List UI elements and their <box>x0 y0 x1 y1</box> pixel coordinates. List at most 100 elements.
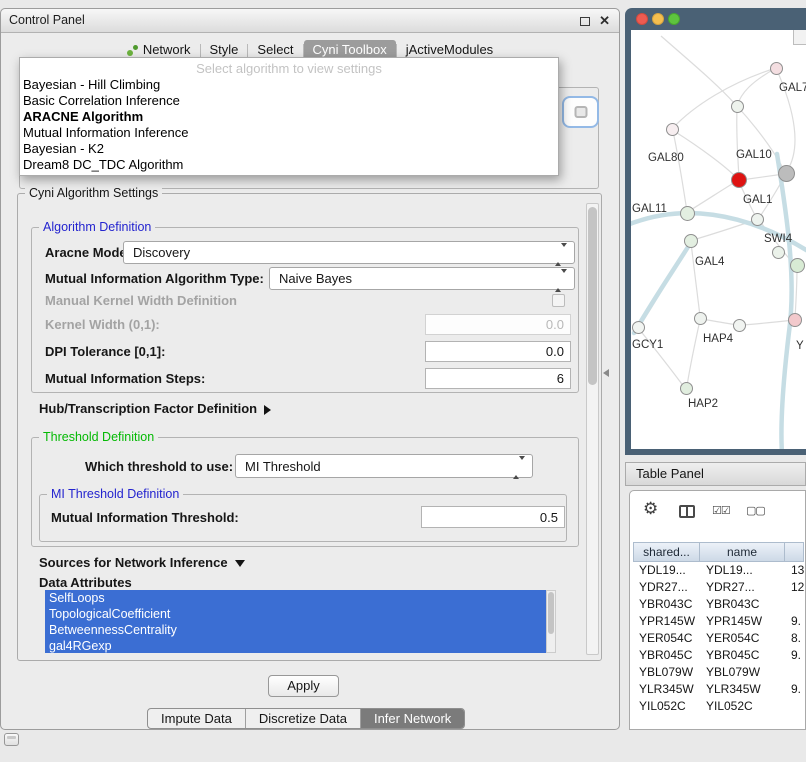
network-node[interactable] <box>751 213 764 226</box>
table-cell <box>785 664 804 681</box>
algorithm-option-basic-correlation-inference[interactable]: Basic Correlation Inference <box>20 93 558 109</box>
attribute-list-scrollbar[interactable] <box>546 590 556 653</box>
combo-arrows-icon <box>513 460 525 475</box>
manual-kernel-checkbox[interactable] <box>552 294 565 307</box>
square-icon <box>574 106 587 118</box>
dropdown-placeholder: Select algorithm to view settings <box>20 60 558 77</box>
float-window-icon[interactable] <box>580 17 590 26</box>
table-cell: YER054C <box>633 630 700 647</box>
network-node-label-gal4: GAL4 <box>695 256 724 268</box>
apply-button[interactable]: Apply <box>268 675 339 697</box>
table-row[interactable]: YER054CYER054C8. <box>633 630 805 647</box>
group-title: MI Threshold Definition <box>47 487 183 501</box>
mi-threshold-label: Mutual Information Threshold: <box>51 507 239 529</box>
data-attributes-label: Data Attributes <box>39 575 132 591</box>
attribute-item-gal4rgexp[interactable]: gal4RGexp <box>45 638 546 653</box>
table-row[interactable]: YDR27...YDR27...12 <box>633 579 805 596</box>
minimize-window-button[interactable] <box>652 13 664 25</box>
table-panel-titlebar[interactable]: Table Panel <box>625 462 806 486</box>
algorithm-option-mutual-information-inference[interactable]: Mutual Information Inference <box>20 125 558 141</box>
deselect-all-checks-icon[interactable]: ▢▢ <box>746 504 765 517</box>
table-cell: YER054C <box>700 630 785 647</box>
network-node[interactable] <box>684 234 698 248</box>
dpi-tolerance-field[interactable]: 0.0 <box>425 341 571 362</box>
network-node[interactable] <box>778 165 795 182</box>
table-cell: 9. <box>785 647 804 664</box>
which-threshold-select[interactable]: MI Threshold <box>235 454 533 478</box>
scrollbar-thumb[interactable] <box>548 592 554 634</box>
table-cell: YLR345W <box>700 681 785 698</box>
bottom-tab-infer-network[interactable]: Infer Network <box>361 709 464 728</box>
network-node[interactable] <box>772 246 785 259</box>
table-settings-gear-icon[interactable]: ⚙ <box>643 499 658 519</box>
network-node[interactable] <box>788 313 802 327</box>
network-node-label-gal11: GAL11 <box>632 203 667 215</box>
network-node-label-hap4: HAP4 <box>703 333 733 345</box>
table-cell: YBR043C <box>700 596 785 613</box>
algorithm-aux-button[interactable] <box>562 96 599 128</box>
mi-type-select[interactable]: Naive Bayes <box>269 267 575 290</box>
hub-section-label: Hub/Transcription Factor Definition <box>39 401 257 416</box>
table-row[interactable]: YPR145WYPR145W9. <box>633 613 805 630</box>
close-icon[interactable]: ✕ <box>599 13 610 29</box>
attribute-item-topologicalcoefficient[interactable]: TopologicalCoefficient <box>45 606 546 622</box>
network-node[interactable] <box>733 319 746 332</box>
attribute-item-selfloops[interactable]: SelfLoops <box>45 590 546 606</box>
aracne-mode-select[interactable]: Discovery <box>123 241 575 264</box>
kernel-width-label: Kernel Width (0,1): <box>45 315 160 335</box>
close-window-button[interactable] <box>636 13 648 25</box>
sources-section-toggle[interactable]: Sources for Network Inference <box>39 554 245 571</box>
column-header-2[interactable] <box>785 542 804 562</box>
splitter-collapse-icon[interactable] <box>603 369 609 377</box>
table-cell: YDR27... <box>700 579 785 596</box>
table-cell: YBL079W <box>700 664 785 681</box>
algorithm-option-bayesian-k2[interactable]: Bayesian - K2 <box>20 141 558 157</box>
table-row[interactable]: YBR043CYBR043C <box>633 596 805 613</box>
hub-section-toggle[interactable]: Hub/Transcription Factor Definition <box>39 400 271 417</box>
table-row[interactable]: YBR045CYBR045C9. <box>633 647 805 664</box>
dpi-tolerance-label: DPI Tolerance [0,1]: <box>45 342 165 362</box>
network-node[interactable] <box>770 62 783 75</box>
selected-value: Naive Bayes <box>279 271 352 286</box>
desktop: Control Panel ✕ NetworkStyleSelectCyni T… <box>0 0 806 762</box>
dock-panel-icon[interactable] <box>4 733 19 746</box>
algorithm-option-aracne-algorithm[interactable]: ARACNE Algorithm <box>20 109 558 125</box>
table-cell: YBR043C <box>633 596 700 613</box>
table-row[interactable]: YLR345WYLR345W9. <box>633 681 805 698</box>
column-header-name[interactable]: name <box>700 542 785 562</box>
mi-steps-field[interactable]: 6 <box>425 368 571 389</box>
group-title: Threshold Definition <box>39 430 158 444</box>
algorithm-option-bayesian-hill-climbing[interactable]: Bayesian - Hill Climbing <box>20 77 558 93</box>
zoom-window-button[interactable] <box>668 13 680 25</box>
settings-scrollbar[interactable] <box>586 203 599 655</box>
column-layout-icon[interactable] <box>679 505 695 518</box>
network-node[interactable] <box>680 382 693 395</box>
network-node[interactable] <box>632 321 645 334</box>
network-view-window: GAL7GAL80GAL10GAL11GAL1SWI4GAL4GCY1HAP4H… <box>625 8 806 455</box>
bottom-tab-impute-data[interactable]: Impute Data <box>148 709 246 728</box>
network-node[interactable] <box>694 312 707 325</box>
network-node[interactable] <box>666 123 679 136</box>
network-node[interactable] <box>731 100 744 113</box>
control-panel-titlebar[interactable]: Control Panel ✕ <box>1 9 619 33</box>
network-node[interactable] <box>790 258 805 273</box>
scrollbar-corner[interactable] <box>793 30 806 45</box>
table-row[interactable]: YBL079WYBL079W <box>633 664 805 681</box>
table-row[interactable]: YDL19...YDL19...13 <box>633 562 805 579</box>
mi-threshold-field[interactable]: 0.5 <box>421 506 565 528</box>
attribute-item-betweennesscentrality[interactable]: BetweennessCentrality <box>45 622 546 638</box>
kernel-width-field[interactable]: 0.0 <box>425 314 571 335</box>
aracne-mode-label: Aracne Mode: <box>45 241 131 264</box>
network-canvas[interactable]: GAL7GAL80GAL10GAL11GAL1SWI4GAL4GCY1HAP4H… <box>631 30 806 449</box>
select-all-checks-icon[interactable]: ☑☑ <box>712 504 730 517</box>
algorithm-option-dream8-dc-tdc-algorithm[interactable]: Dream8 DC_TDC Algorithm <box>20 157 558 173</box>
bottom-tab-discretize-data[interactable]: Discretize Data <box>246 709 361 728</box>
network-node[interactable] <box>731 172 747 188</box>
table-cell: YIL052C <box>700 698 785 715</box>
combo-arrows-icon <box>555 273 567 288</box>
group-title: Cyni Algorithm Settings <box>25 186 162 200</box>
table-row[interactable]: YIL052CYIL052C <box>633 698 805 715</box>
scrollbar-thumb[interactable] <box>588 207 597 385</box>
network-node[interactable] <box>680 206 695 221</box>
column-header-shared[interactable]: shared... <box>633 542 700 562</box>
